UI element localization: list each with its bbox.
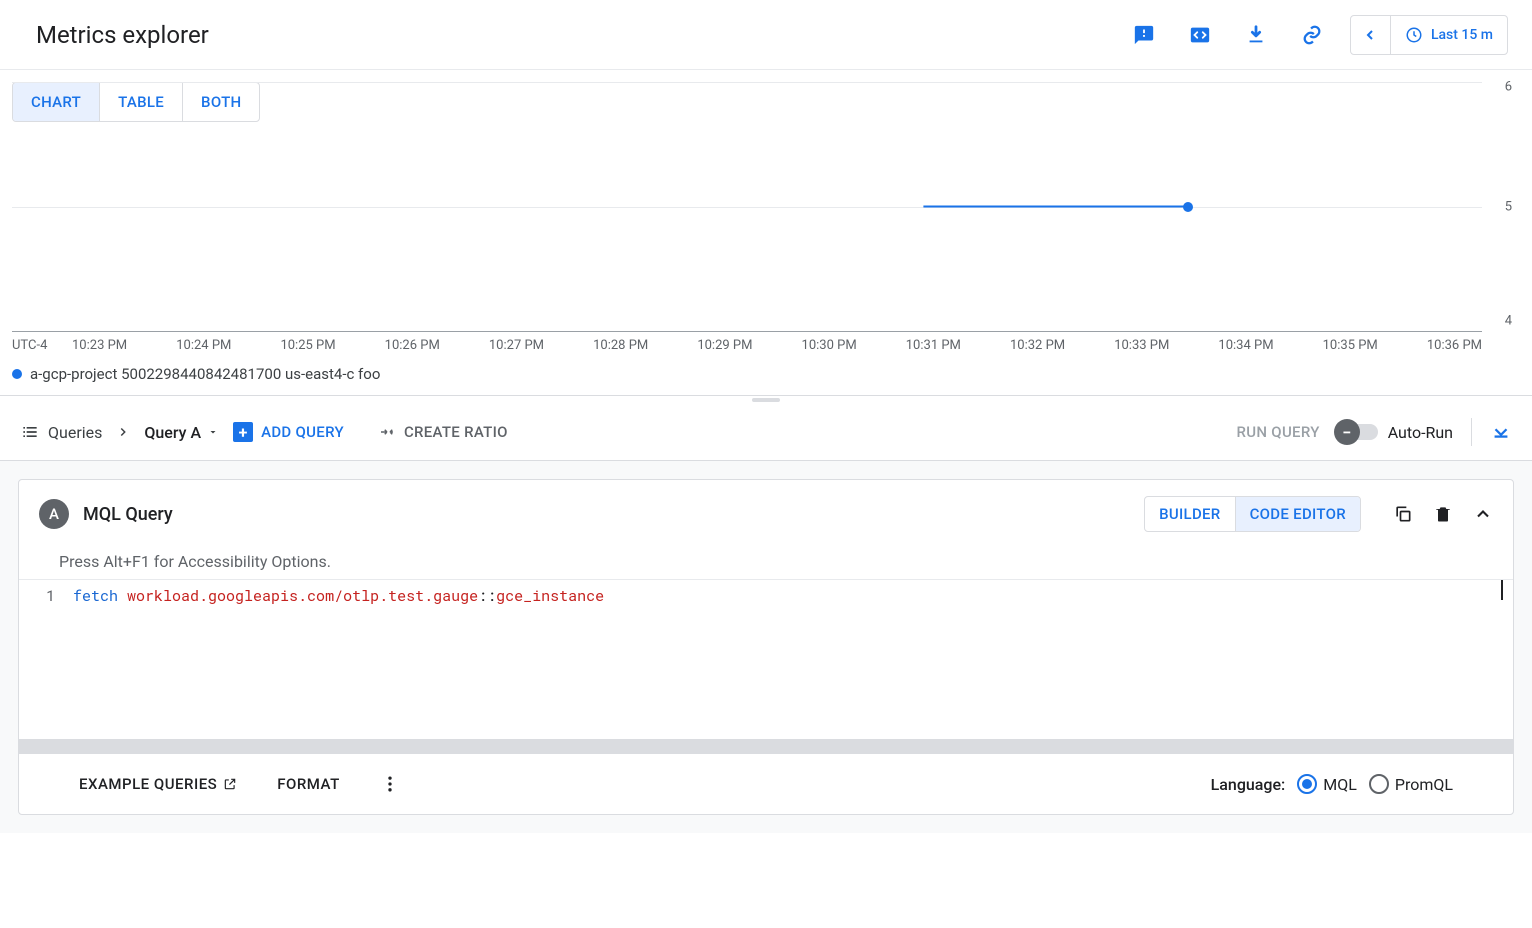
code-icon[interactable]: [1182, 17, 1218, 53]
query-bar: Queries Query A + ADD QUERY CREATE RATIO…: [0, 404, 1532, 461]
query-badge: A: [39, 499, 69, 529]
external-link-icon: [223, 777, 237, 791]
x-tick: 10:25 PM: [280, 338, 335, 353]
y-tick: 6: [1505, 79, 1512, 94]
chart-plot[interactable]: 6 5 4: [12, 82, 1482, 332]
plus-icon: +: [233, 422, 253, 442]
code-content[interactable]: fetch workload.googleapis.com/otlp.test.…: [73, 580, 1513, 739]
queries-label: Queries: [20, 422, 102, 442]
divider: [1471, 418, 1472, 446]
list-icon: [20, 422, 40, 442]
auto-run-label: Auto-Run: [1388, 423, 1453, 442]
x-tick: 10:33 PM: [1114, 338, 1169, 353]
run-query-button[interactable]: RUN QUERY: [1236, 423, 1319, 441]
x-tick: 10:24 PM: [176, 338, 231, 353]
header-actions: Last 15 m: [1126, 15, 1508, 55]
accessibility-hint: Press Alt+F1 for Accessibility Options.: [19, 548, 1513, 579]
code-gutter: 1: [19, 580, 73, 739]
download-icon[interactable]: [1238, 17, 1274, 53]
x-tick: 10:35 PM: [1323, 338, 1378, 353]
query-selector[interactable]: Query A: [144, 423, 219, 442]
query-card-title: MQL Query: [83, 504, 1130, 525]
language-label: Language:: [1211, 775, 1286, 794]
clock-icon: [1405, 26, 1423, 44]
add-query-button[interactable]: + ADD QUERY: [233, 422, 344, 442]
time-range-picker: Last 15 m: [1350, 15, 1508, 55]
chart-x-ticks: 10:23 PM 10:24 PM 10:25 PM 10:26 PM 10:2…: [72, 338, 1482, 353]
x-tick: 10:29 PM: [697, 338, 752, 353]
header-bar: Metrics explorer Last 15 m: [0, 0, 1532, 70]
tab-code-editor[interactable]: CODE EDITOR: [1235, 497, 1360, 531]
time-range-back-button[interactable]: [1351, 16, 1391, 54]
chart-line-series: [12, 82, 1482, 331]
query-footer: EXAMPLE QUERIES FORMAT Language: MQL Pro…: [19, 753, 1513, 814]
feedback-icon[interactable]: [1126, 17, 1162, 53]
y-tick: 5: [1505, 199, 1512, 214]
x-tick: 10:36 PM: [1427, 338, 1482, 353]
x-tick: 10:30 PM: [802, 338, 857, 353]
legend-dot: [12, 369, 22, 379]
x-tick: 10:32 PM: [1010, 338, 1065, 353]
query-card: A MQL Query BUILDER CODE EDITOR Press Al…: [18, 479, 1514, 815]
radio-mql[interactable]: MQL: [1297, 774, 1357, 794]
x-tick: 10:28 PM: [593, 338, 648, 353]
create-ratio-button[interactable]: CREATE RATIO: [378, 423, 508, 441]
example-queries-button[interactable]: EXAMPLE QUERIES: [79, 775, 237, 793]
chart-legend[interactable]: a-gcp-project 5002298440842481700 us-eas…: [12, 361, 1520, 395]
chart-x-axis: UTC-4 10:23 PM 10:24 PM 10:25 PM 10:26 P…: [12, 332, 1482, 361]
legend-label: a-gcp-project 5002298440842481700 us-eas…: [30, 365, 380, 383]
panel-drag-handle[interactable]: [0, 395, 1532, 404]
dropdown-icon: [207, 426, 219, 438]
copy-icon[interactable]: [1393, 504, 1413, 524]
code-cursor: [1501, 580, 1503, 600]
query-card-header: A MQL Query BUILDER CODE EDITOR: [19, 480, 1513, 548]
x-tick: 10:26 PM: [385, 338, 440, 353]
y-tick: 4: [1505, 314, 1512, 329]
x-tick: 10:27 PM: [489, 338, 544, 353]
link-icon[interactable]: [1294, 17, 1330, 53]
more-icon[interactable]: [380, 774, 400, 794]
radio-promql[interactable]: PromQL: [1369, 774, 1453, 794]
ratio-icon: [378, 423, 396, 441]
x-tick: 10:23 PM: [72, 338, 127, 353]
page-title: Metrics explorer: [36, 21, 209, 49]
x-tick: 10:34 PM: [1218, 338, 1273, 353]
line-number: 1: [25, 586, 55, 606]
tab-builder[interactable]: BUILDER: [1145, 497, 1234, 531]
time-range-button[interactable]: Last 15 m: [1391, 16, 1507, 54]
collapse-panel-button[interactable]: [1490, 421, 1512, 443]
chart-tz-label: UTC-4: [12, 338, 72, 353]
collapse-card-icon[interactable]: [1473, 504, 1493, 524]
x-tick: 10:31 PM: [906, 338, 961, 353]
editor-mode-tabs: BUILDER CODE EDITOR: [1144, 496, 1361, 532]
format-button[interactable]: FORMAT: [277, 775, 339, 793]
chart-data-point[interactable]: [1183, 202, 1193, 212]
delete-icon[interactable]: [1433, 504, 1453, 524]
auto-run-toggle[interactable]: − Auto-Run: [1338, 423, 1453, 442]
code-editor[interactable]: 1 fetch workload.googleapis.com/otlp.tes…: [19, 579, 1513, 739]
editor-scrollbar[interactable]: [19, 739, 1513, 753]
chevron-right-icon: [116, 425, 130, 439]
chart-area: 6 5 4 UTC-4 10:23 PM 10:24 PM 10:25 PM 1…: [0, 82, 1532, 395]
query-panel: A MQL Query BUILDER CODE EDITOR Press Al…: [0, 461, 1532, 833]
